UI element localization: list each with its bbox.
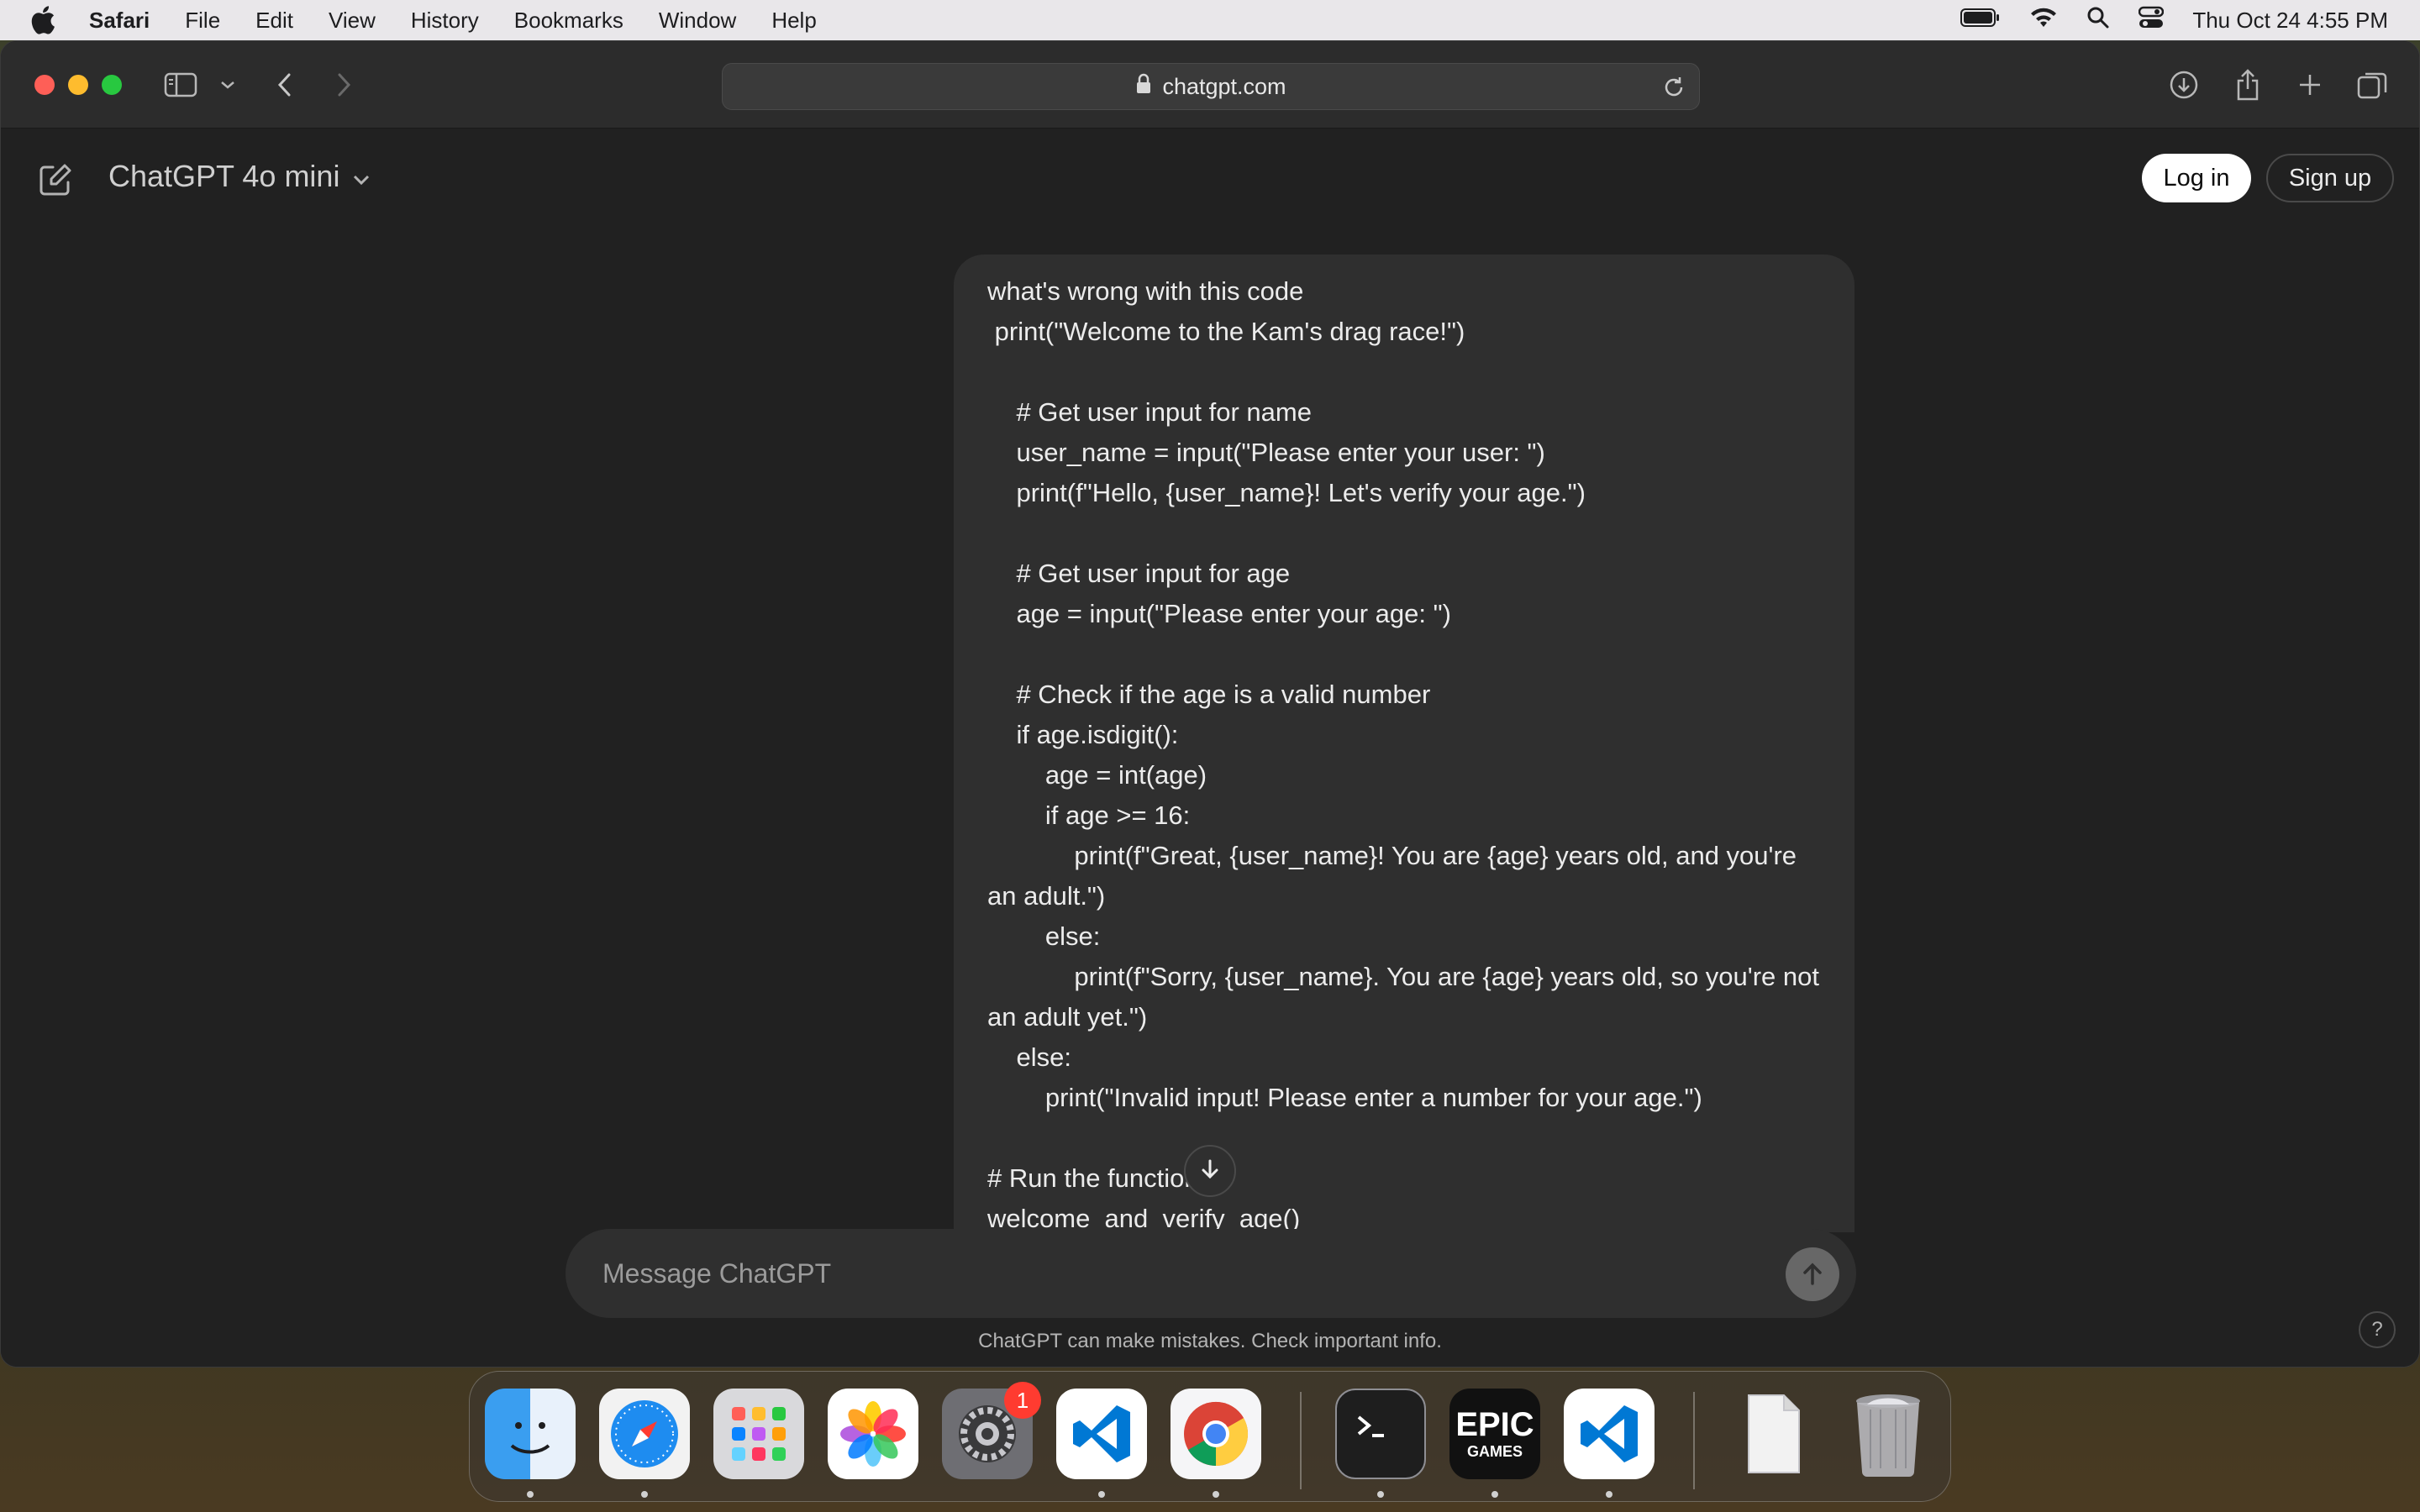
signup-button[interactable]: Sign up: [2266, 154, 2394, 202]
safari-running-indicator: [641, 1491, 648, 1498]
epic-games-icon[interactable]: EPIC GAMES: [1449, 1389, 1540, 1479]
zoom-window-button[interactable]: [102, 75, 122, 95]
user-message-text: what's wrong with this code print("Welco…: [987, 276, 1819, 1232]
dock-separator: [1693, 1392, 1695, 1489]
menu-window[interactable]: Window: [659, 8, 736, 34]
help-button[interactable]: ?: [2359, 1311, 2396, 1348]
chevron-down-icon: [351, 159, 371, 194]
chevron-down-icon[interactable]: [209, 66, 246, 103]
downloads-icon[interactable]: [2165, 66, 2202, 103]
sidebar-toggle-icon[interactable]: [162, 66, 199, 103]
vscode-icon[interactable]: [1564, 1389, 1655, 1479]
chatgpt-page: ChatGPT 4o mini Log in Sign up what's wr…: [1, 129, 2419, 1367]
back-arrow-icon[interactable]: [266, 66, 303, 103]
menu-history[interactable]: History: [411, 8, 479, 34]
login-button[interactable]: Log in: [2142, 154, 2251, 202]
url-text: chatgpt.com: [1162, 73, 1286, 99]
battery-icon[interactable]: [1960, 8, 2001, 34]
forward-arrow-icon[interactable]: [325, 66, 362, 103]
vscode2-running-indicator: [1606, 1491, 1612, 1498]
epic-label: EPIC: [1455, 1406, 1534, 1443]
launchpad-icon[interactable]: [713, 1389, 804, 1479]
dock: 1 EPIC GAMES: [469, 1371, 1951, 1502]
share-icon[interactable]: [2229, 66, 2266, 103]
reload-icon[interactable]: [1660, 74, 1687, 101]
vscode-running-indicator: [1098, 1491, 1105, 1498]
finder-running-indicator: [527, 1491, 534, 1498]
menubar-clock[interactable]: Thu Oct 24 4:55 PM: [2192, 8, 2388, 34]
settings-notification-badge: 1: [1004, 1382, 1041, 1419]
safari-window: chatgpt.com ChatGPT 4o mini Log in Sign …: [0, 40, 2420, 1368]
safari-app-icon[interactable]: [599, 1389, 690, 1479]
terminal-icon[interactable]: [1335, 1389, 1426, 1479]
menu-file[interactable]: File: [185, 8, 220, 34]
new-tab-plus-icon[interactable]: [2291, 66, 2328, 103]
photos-icon[interactable]: [828, 1389, 918, 1479]
menu-view[interactable]: View: [329, 8, 376, 34]
browser-toolbar: chatgpt.com: [1, 41, 2419, 129]
menu-app-name[interactable]: Safari: [89, 8, 150, 34]
trash-icon[interactable]: [1843, 1389, 1933, 1479]
finder-icon[interactable]: [485, 1389, 576, 1479]
user-message-bubble: what's wrong with this code print("Welco…: [954, 255, 1854, 1232]
tab-overview-icon[interactable]: [2354, 66, 2391, 103]
lock-icon: [1135, 73, 1152, 101]
document-icon[interactable]: [1728, 1389, 1819, 1479]
model-title-text: ChatGPT 4o mini: [108, 159, 340, 193]
scroll-to-bottom-button[interactable]: [1184, 1145, 1236, 1197]
menu-bookmarks[interactable]: Bookmarks: [514, 8, 623, 34]
menu-bar: Safari File Edit View History Bookmarks …: [0, 0, 2420, 40]
minimize-window-button[interactable]: [68, 75, 88, 95]
message-composer: [566, 1229, 1856, 1318]
spotlight-search-icon[interactable]: [2086, 6, 2110, 35]
apple-logo-icon[interactable]: [30, 6, 59, 34]
message-input[interactable]: [602, 1252, 1695, 1294]
dock-separator: [1300, 1392, 1302, 1489]
menu-help[interactable]: Help: [771, 8, 816, 34]
close-window-button[interactable]: [34, 75, 55, 95]
model-selector[interactable]: ChatGPT 4o mini: [108, 159, 371, 194]
disclaimer-text: ChatGPT can make mistakes. Check importa…: [978, 1330, 1442, 1352]
chrome-running-indicator: [1213, 1491, 1219, 1498]
menu-edit[interactable]: Edit: [255, 8, 293, 34]
epic-running-indicator: [1491, 1491, 1498, 1498]
address-bar[interactable]: chatgpt.com: [722, 63, 1700, 110]
vscode-icon[interactable]: [1056, 1389, 1147, 1479]
chrome-icon[interactable]: [1171, 1389, 1261, 1479]
new-chat-edit-icon[interactable]: [34, 160, 75, 201]
wifi-icon[interactable]: [2029, 7, 2058, 34]
arrow-down-icon: [1198, 1158, 1222, 1185]
terminal-running-indicator: [1377, 1491, 1384, 1498]
send-button[interactable]: [1786, 1247, 1839, 1301]
games-label: GAMES: [1466, 1443, 1523, 1460]
control-center-icon[interactable]: [2139, 6, 2165, 35]
arrow-up-icon: [1803, 1263, 1822, 1285]
